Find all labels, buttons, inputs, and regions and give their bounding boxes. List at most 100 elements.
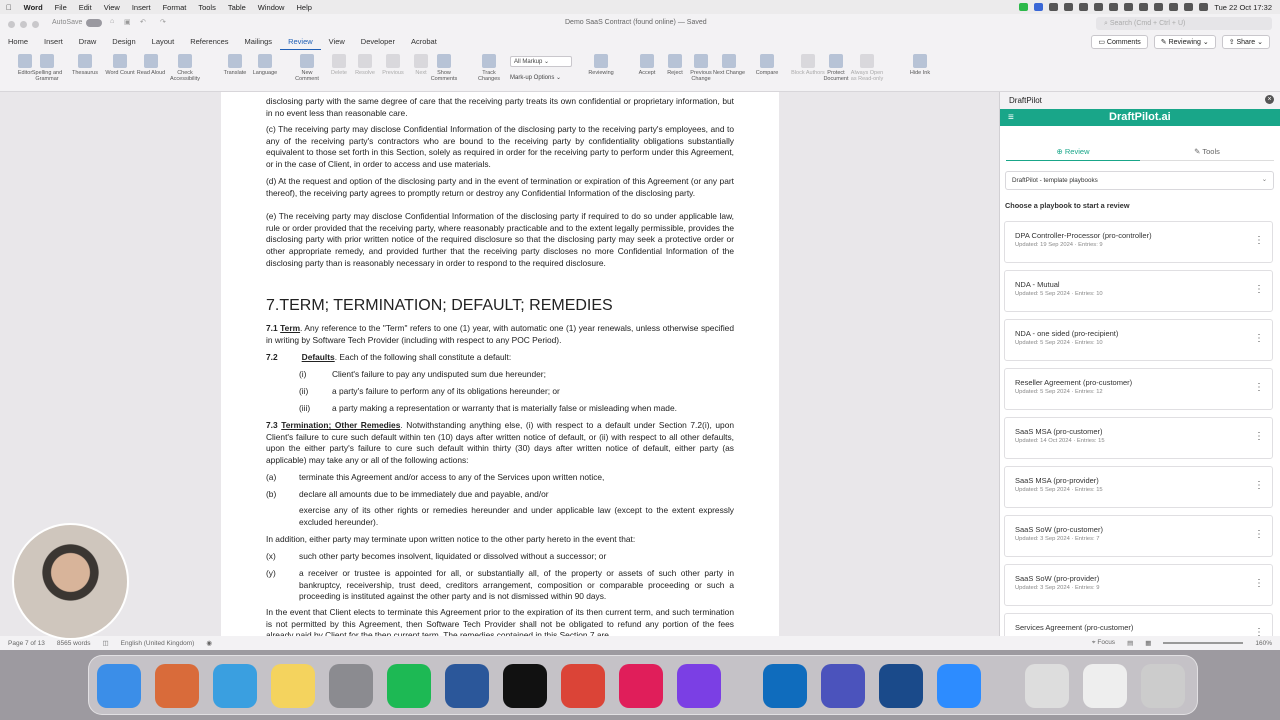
- menu-file[interactable]: File: [49, 3, 73, 12]
- playbook-card[interactable]: SaaS SoW (pro-customer) Updated: 3 Sep 20…: [1004, 515, 1273, 557]
- tab-review-pane[interactable]: ⊕ Review: [1006, 144, 1140, 161]
- tab-acrobat[interactable]: Acrobat: [403, 34, 445, 50]
- zoom-dock-icon[interactable]: [937, 664, 981, 708]
- markup-select[interactable]: All Markup ⌄: [510, 56, 572, 67]
- menu-table[interactable]: Table: [222, 3, 252, 12]
- playbook-source-select[interactable]: DraftPilot - template playbooks ⌄: [1005, 171, 1274, 190]
- more-options-icon[interactable]: ⋮: [1254, 284, 1264, 295]
- proofing-icon[interactable]: ◫: [102, 639, 108, 647]
- 1password-dock-icon[interactable]: [879, 664, 923, 708]
- reviewing-button[interactable]: ✎ Reviewing ⌄: [1153, 35, 1216, 49]
- cloud-icon[interactable]: [1049, 3, 1059, 11]
- tab-design[interactable]: Design: [104, 34, 143, 50]
- more-options-icon[interactable]: ⋮: [1254, 578, 1264, 589]
- chrome-dock-icon[interactable]: [561, 664, 605, 708]
- page-count[interactable]: Page 7 of 13: [8, 640, 45, 647]
- autosave-toggle[interactable]: [86, 19, 102, 27]
- search-input[interactable]: ⌕ Search (Cmd + Ctrl + U): [1096, 17, 1272, 30]
- home-icon[interactable]: ⌂: [110, 18, 114, 25]
- safari-dock-icon[interactable]: [213, 664, 257, 708]
- tab-review[interactable]: Review: [280, 34, 321, 50]
- circle-icon[interactable]: [1124, 3, 1134, 11]
- tab-tools-pane[interactable]: ✎ Tools: [1140, 144, 1274, 161]
- track-changes-button[interactable]: Track Changes: [472, 54, 506, 82]
- show-comments-button[interactable]: Show Comments: [427, 54, 461, 82]
- print-layout-icon[interactable]: ▤: [1127, 639, 1133, 647]
- menu-window[interactable]: Window: [252, 3, 291, 12]
- play-icon[interactable]: [1109, 3, 1119, 11]
- accessibility-icon[interactable]: ◉: [206, 639, 212, 647]
- spelling-and-grammar-button[interactable]: Spelling and Grammar: [30, 54, 64, 82]
- menu-tools[interactable]: Tools: [192, 3, 222, 12]
- launchpad-dock-icon[interactable]: [155, 664, 199, 708]
- playbook-card[interactable]: SaaS MSA (pro-provider) Updated: 5 Sep 20…: [1004, 466, 1273, 508]
- app-icon[interactable]: [1079, 3, 1089, 11]
- share-button[interactable]: ⇪ Share ⌄: [1221, 35, 1270, 49]
- gear-icon[interactable]: [1139, 3, 1149, 11]
- menu-insert[interactable]: Insert: [126, 3, 157, 12]
- more-options-icon[interactable]: ⋮: [1254, 235, 1264, 246]
- control-center-icon[interactable]: [1199, 3, 1209, 11]
- tab-view[interactable]: View: [321, 34, 353, 50]
- playbook-card[interactable]: Reseller Agreement (pro-customer) Updated…: [1004, 368, 1273, 410]
- undo-icon[interactable]: ↶: [140, 18, 146, 26]
- documents-dock-icon[interactable]: [1025, 664, 1069, 708]
- screen-recorder-dock-icon[interactable]: [677, 664, 721, 708]
- protect-document-button[interactable]: Protect Document: [819, 54, 853, 82]
- save-icon[interactable]: ▣: [124, 18, 131, 26]
- read-aloud-button[interactable]: Read Aloud: [134, 54, 168, 76]
- tab-insert[interactable]: Insert: [36, 34, 71, 50]
- tab-home[interactable]: Home: [0, 34, 36, 50]
- hide-ink-button[interactable]: Hide Ink: [903, 54, 937, 76]
- document-page[interactable]: disclosing party with the same degree of…: [221, 92, 779, 636]
- menu-view[interactable]: View: [98, 3, 126, 12]
- menu-app-name[interactable]: Word: [18, 3, 49, 12]
- grid-icon[interactable]: [1064, 3, 1074, 11]
- teams-dock-icon[interactable]: [821, 664, 865, 708]
- minimize-window-button[interactable]: [20, 21, 27, 28]
- hamburger-menu-icon[interactable]: ≡: [1008, 112, 1014, 123]
- more-options-icon[interactable]: ⋮: [1254, 382, 1264, 393]
- battery-icon[interactable]: [1154, 3, 1164, 11]
- next-change-button[interactable]: Next Change: [712, 54, 746, 76]
- zoom-window-button[interactable]: [32, 21, 39, 28]
- close-window-button[interactable]: [8, 21, 15, 28]
- system-settings-dock-icon[interactable]: [329, 664, 373, 708]
- close-pane-icon[interactable]: ×: [1265, 95, 1274, 104]
- tab-mailings[interactable]: Mailings: [237, 34, 281, 50]
- slack-dock-icon[interactable]: [619, 664, 663, 708]
- tab-references[interactable]: References: [182, 34, 236, 50]
- tab-draw[interactable]: Draw: [71, 34, 105, 50]
- always-open-as-read-only-button[interactable]: Always Open as Read-only: [850, 54, 884, 82]
- word-dock-icon[interactable]: [445, 664, 489, 708]
- clock[interactable]: Tue 22 Oct 17:32: [1214, 3, 1272, 12]
- menu-help[interactable]: Help: [290, 3, 317, 12]
- notes-dock-icon[interactable]: [271, 664, 315, 708]
- compare-button[interactable]: Compare: [750, 54, 784, 76]
- comments-button[interactable]: ▭ Comments: [1091, 35, 1148, 49]
- word-count-button[interactable]: Word Count: [103, 54, 137, 76]
- check-accessibility-button[interactable]: Check Accessibility: [168, 54, 202, 82]
- search-icon[interactable]: [1184, 3, 1194, 11]
- apple-icon[interactable]: : [0, 3, 18, 12]
- wifi-icon[interactable]: [1169, 3, 1179, 11]
- thesaurus-button[interactable]: Thesaurus: [68, 54, 102, 76]
- playbook-card[interactable]: DPA Controller-Processor (pro-controller…: [1004, 221, 1273, 263]
- more-options-icon[interactable]: ⋮: [1254, 529, 1264, 540]
- menu-edit[interactable]: Edit: [73, 3, 98, 12]
- reviewing-button[interactable]: Reviewing: [584, 54, 618, 76]
- redo-icon[interactable]: ↷: [160, 18, 166, 26]
- screenshot-dock-icon[interactable]: [1083, 664, 1127, 708]
- focus-button[interactable]: ⌖ Focus: [1092, 639, 1115, 647]
- spotify-dock-icon[interactable]: [387, 664, 431, 708]
- finder-dock-icon[interactable]: [97, 664, 141, 708]
- tab-layout[interactable]: Layout: [144, 34, 183, 50]
- status-icon[interactable]: [1034, 3, 1044, 11]
- playbook-card[interactable]: NDA - one sided (pro-recipient) Updated: …: [1004, 319, 1273, 361]
- more-options-icon[interactable]: ⋮: [1254, 431, 1264, 442]
- outlook-dock-icon[interactable]: [763, 664, 807, 708]
- zoom-level[interactable]: 160%: [1255, 640, 1280, 647]
- facetime-icon[interactable]: [1019, 3, 1029, 11]
- more-options-icon[interactable]: ⋮: [1254, 333, 1264, 344]
- menu-format[interactable]: Format: [157, 3, 193, 12]
